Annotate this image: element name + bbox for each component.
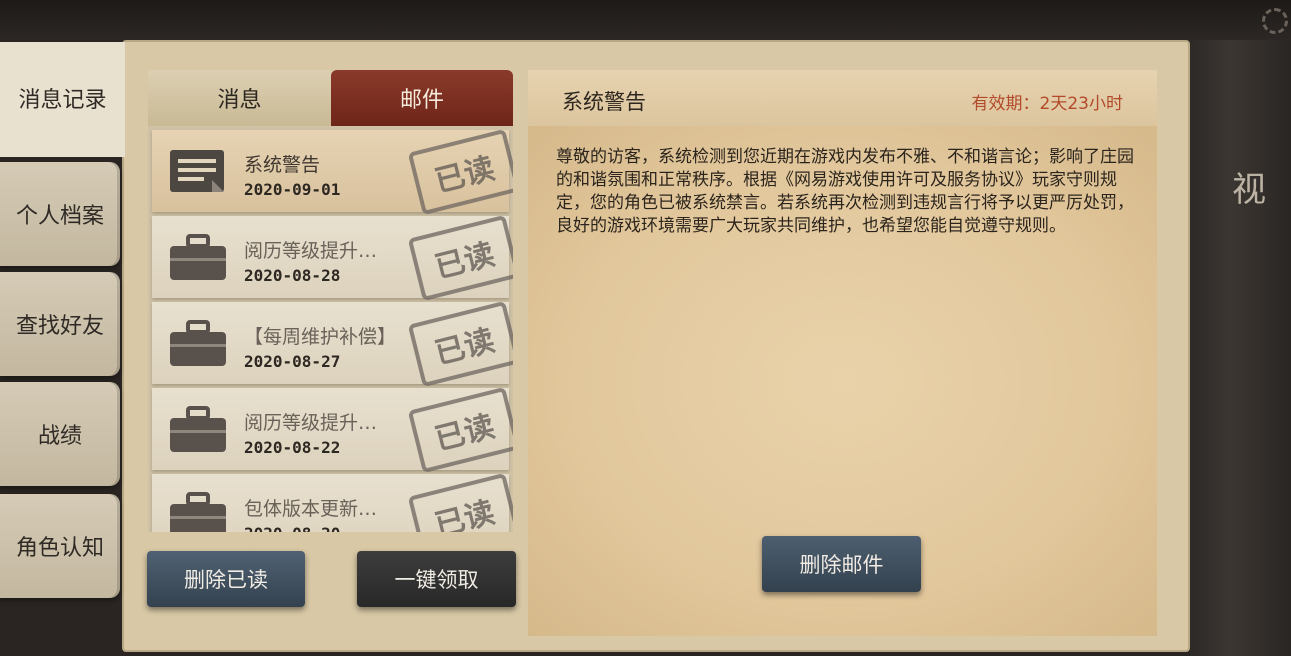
sidebar-item-label: 个人档案 <box>15 204 104 229</box>
sidebar-item-label: 角色认知 <box>15 536 104 561</box>
mail-title: 阅历等级提升… <box>244 240 378 262</box>
background-top-bar <box>0 0 1291 40</box>
mail-title: 包体版本更新… <box>244 498 378 520</box>
mail-title: 【每周维护补偿】 <box>244 326 397 348</box>
tab-label: 消息 <box>217 88 262 113</box>
mail-item[interactable]: 系统警告 2020-09-01 已读 <box>152 128 513 216</box>
mail-title: 阅历等级提升… <box>244 412 378 434</box>
sidebar-item-message-log[interactable]: 消息记录 <box>0 46 125 150</box>
mail-item[interactable]: 阅历等级提升… 2020-08-28 已读 <box>152 214 513 302</box>
briefcase-icon <box>168 406 228 460</box>
mail-date: 2020-08-20 <box>244 524 340 532</box>
delete-mail-button[interactable]: 删除邮件 <box>762 536 921 592</box>
message-body: 尊敬的访客，系统检测到您近期在游戏内发布不雅、不和谐言论；影响了庄园的和谐氛围和… <box>556 147 1134 236</box>
sidebar-item-profile[interactable]: 个人档案 <box>0 162 120 266</box>
button-label: 删除已读 <box>184 568 268 592</box>
background-side-char: 视 <box>1232 170 1266 210</box>
read-stamp: 已读 <box>407 128 513 216</box>
tab-messages[interactable]: 消息 <box>148 70 331 126</box>
background-right-scene <box>1190 40 1291 656</box>
read-stamp: 已读 <box>407 386 513 474</box>
mail-date: 2020-09-01 <box>244 180 341 199</box>
document-icon <box>168 148 228 200</box>
validity-label: 有效期：2天23小时 <box>971 94 1123 114</box>
sidebar-item-label: 消息记录 <box>18 88 107 113</box>
briefcase-icon <box>168 320 228 374</box>
delete-read-button[interactable]: 删除已读 <box>147 551 305 607</box>
sidebar-item-character[interactable]: 角色认知 <box>0 494 120 598</box>
tab-mail[interactable]: 邮件 <box>331 70 513 126</box>
detail-header: 系统警告 有效期：2天23小时 <box>528 70 1157 126</box>
mail-item[interactable]: 包体版本更新… 2020-08-20 已读 <box>152 472 513 532</box>
sidebar-item-record[interactable]: 战绩 <box>0 382 120 486</box>
read-stamp: 已读 <box>407 300 513 388</box>
sidebar-item-find-friends[interactable]: 查找好友 <box>0 272 120 376</box>
mail-date: 2020-08-28 <box>244 266 341 285</box>
read-stamp: 已读 <box>407 214 513 302</box>
mail-date: 2020-08-27 <box>244 352 341 371</box>
detail-title: 系统警告 <box>562 90 646 114</box>
mail-date: 2020-08-22 <box>244 438 341 457</box>
mail-item[interactable]: 阅历等级提升… 2020-08-22 已读 <box>152 386 513 474</box>
claim-all-button[interactable]: 一键领取 <box>357 551 516 607</box>
mail-list[interactable]: 系统警告 2020-09-01 已读 阅历等级提升… 2020-08-28 已读… <box>148 126 513 532</box>
button-label: 删除邮件 <box>799 553 884 577</box>
gear-icon[interactable] <box>1262 8 1288 34</box>
mail-item[interactable]: 【每周维护补偿】 2020-08-27 已读 <box>152 300 513 388</box>
read-stamp: 已读 <box>407 472 513 532</box>
briefcase-icon <box>168 234 228 288</box>
sidebar-item-label: 战绩 <box>37 424 82 449</box>
button-label: 一键领取 <box>394 568 479 592</box>
mail-title: 系统警告 <box>244 154 321 176</box>
briefcase-icon <box>168 492 228 532</box>
sidebar-item-label: 查找好友 <box>15 314 104 339</box>
tab-label: 邮件 <box>399 88 444 113</box>
